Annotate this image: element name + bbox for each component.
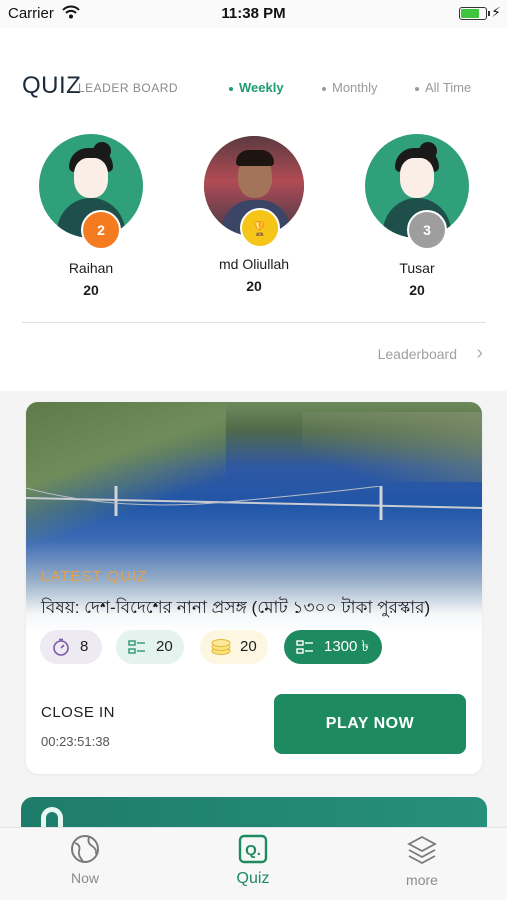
tab-monthly[interactable]: Monthly — [322, 80, 378, 95]
tab-label: Monthly — [332, 80, 378, 95]
status-bar: Carrier 11:38 PM ⚡ — [0, 0, 507, 28]
coins-stat: 20 — [200, 630, 268, 664]
prize-value: 1300 ৳ — [324, 638, 370, 655]
time-value: 8 — [80, 638, 89, 655]
coins-value: 20 — [240, 638, 257, 655]
nav-label: Quiz — [236, 870, 270, 887]
nav-label: more — [406, 872, 438, 888]
avatar: 2 — [39, 134, 143, 250]
bridge-illustration — [26, 486, 482, 520]
leader-score: 20 — [409, 282, 425, 298]
tab-dot-icon — [322, 86, 326, 91]
countdown-timer: 00:23:51:38 — [41, 734, 110, 749]
nav-item-more[interactable]: more — [372, 834, 472, 888]
leader-item[interactable]: 🏆 md Oliullah 20 — [189, 136, 319, 294]
page-title: QUIZ — [22, 72, 82, 99]
timer-icon — [53, 638, 69, 656]
avatar: 3 — [365, 134, 469, 250]
avatar: 🏆 — [204, 136, 304, 248]
questions-value: 20 — [156, 638, 173, 655]
quiz-icon: Q. — [238, 834, 268, 864]
tab-label: All Time — [425, 80, 472, 95]
question-list-icon — [128, 640, 145, 654]
page-subtitle: LEADER BOARD — [78, 81, 179, 95]
leader-score: 20 — [83, 282, 99, 298]
trophy-icon: 🏆 — [240, 208, 280, 248]
bottom-nav: Now Q. Quiz more — [0, 827, 507, 900]
leader-name: Tusar — [399, 260, 435, 276]
latest-quiz-label: LATEST QUIZ — [41, 568, 148, 585]
divider — [22, 322, 486, 323]
quiz-subject: বিষয়: দেশ-বিদেশের নানা প্রসঙ্গ (মোট ১৩০… — [41, 598, 431, 617]
questions-stat: 20 — [116, 630, 184, 664]
leader-name: Raihan — [68, 260, 114, 276]
tab-dot-icon — [415, 86, 419, 91]
close-in-label: CLOSE IN — [41, 704, 116, 721]
battery-icon — [459, 7, 490, 20]
leaderboard-panel: QUIZ LEADER BOARD Weekly Monthly All Tim… — [0, 28, 507, 391]
leader-name: md Oliullah — [218, 256, 290, 272]
leader-item[interactable]: 3 Tusar 20 — [352, 134, 482, 298]
nav-item-now[interactable]: Now — [35, 834, 135, 886]
tab-label: Weekly — [239, 80, 284, 95]
time-stat: 8 — [40, 630, 102, 664]
nav-label: Now — [70, 870, 99, 886]
tab-all-time[interactable]: All Time — [415, 80, 471, 95]
layers-icon — [407, 835, 437, 865]
tab-weekly[interactable]: Weekly — [229, 80, 284, 95]
leaderboard-link[interactable]: Leaderboard — [378, 346, 457, 362]
svg-text:Q.: Q. — [245, 842, 261, 859]
tab-dot-icon — [229, 86, 233, 91]
medal-icon: 2 — [81, 210, 121, 250]
charging-icon: ⚡ — [491, 4, 501, 20]
leader-item[interactable]: 2 Raihan 20 — [26, 134, 156, 298]
nav-item-quiz[interactable]: Q. Quiz — [203, 834, 303, 888]
chevron-right-icon[interactable]: › — [476, 342, 483, 365]
prize-stat: 1300 ৳ — [284, 630, 382, 664]
medal-icon: 3 — [407, 210, 447, 250]
prize-list-icon — [296, 640, 313, 654]
leader-score: 20 — [246, 278, 262, 294]
clock: 11:38 PM — [221, 5, 286, 22]
globe-icon — [71, 835, 99, 863]
coins-icon — [211, 639, 231, 655]
play-now-button[interactable]: PLAY NOW — [274, 694, 466, 754]
latest-quiz-card[interactable]: LATEST QUIZ বিষয়: দেশ-বিদেশের নানা প্রস… — [26, 402, 482, 774]
